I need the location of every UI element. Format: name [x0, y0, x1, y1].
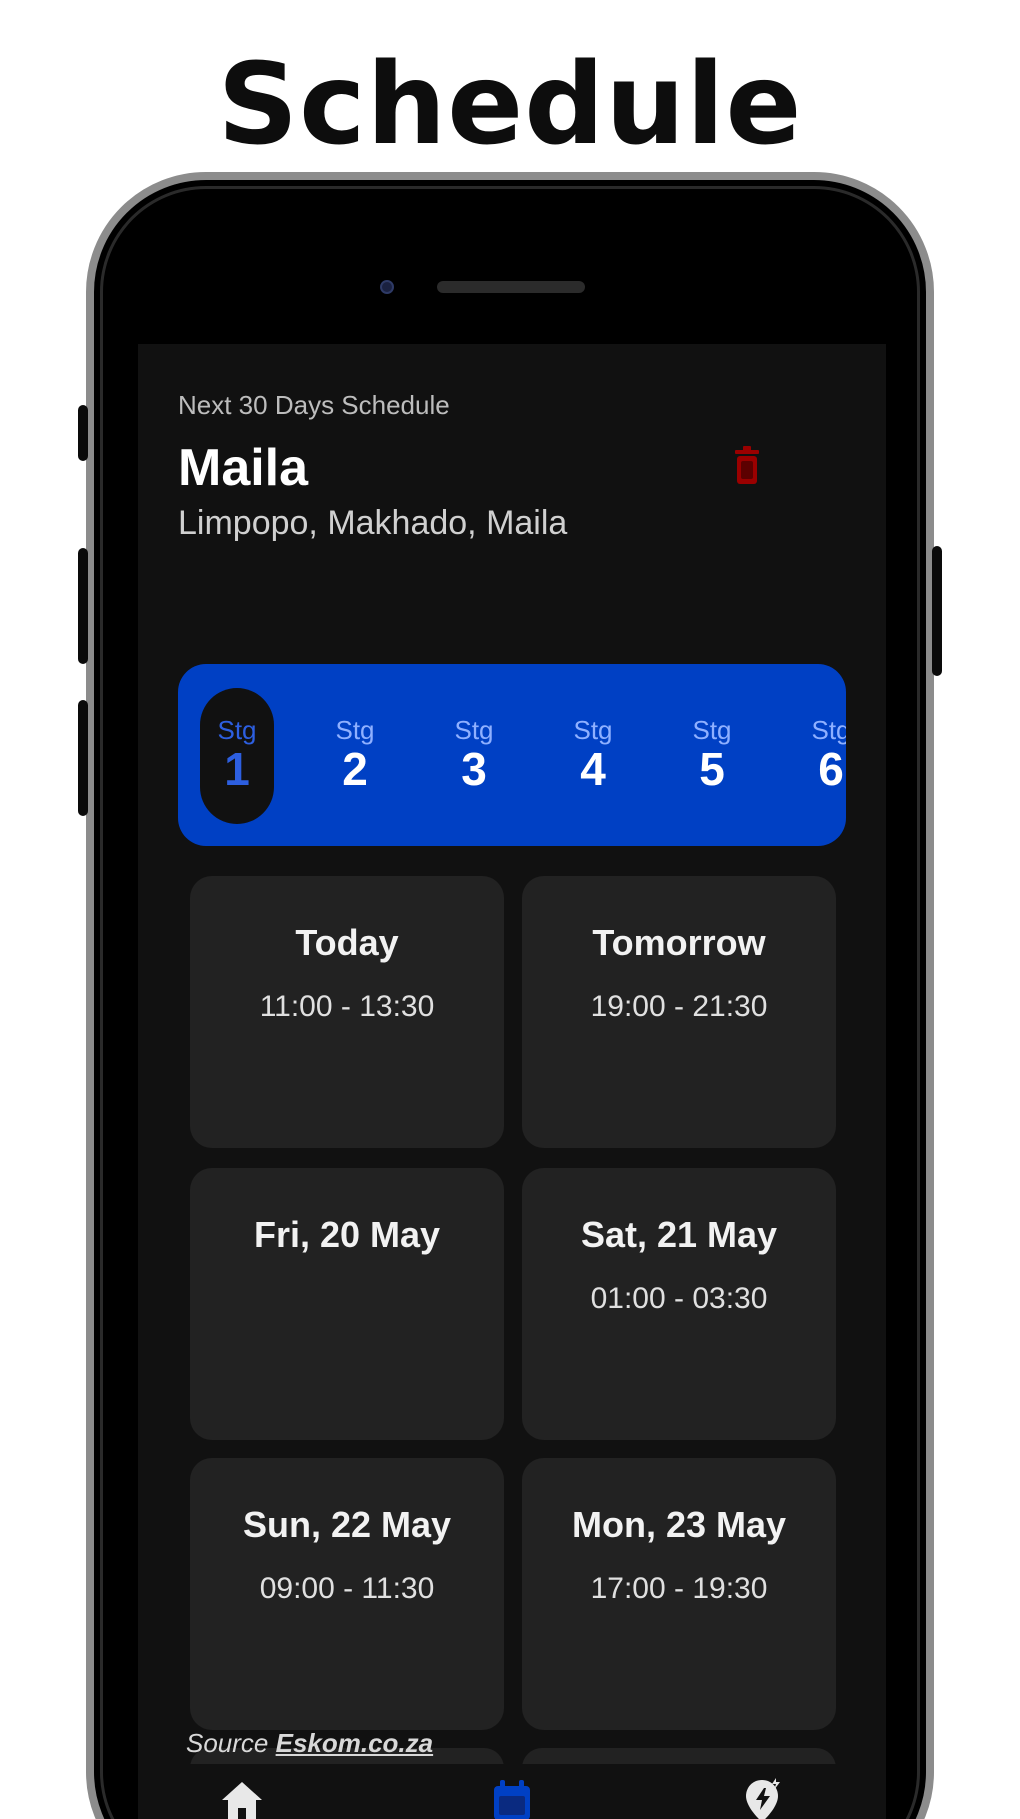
day-time: 11:00 - 13:30	[259, 990, 435, 1023]
schedule-subtitle: Next 30 Days Schedule	[178, 390, 450, 420]
bottom-nav	[138, 1764, 886, 1819]
day-time: 19:00 - 21:30	[590, 990, 768, 1023]
area-name: Maila	[178, 439, 309, 497]
home-icon	[222, 1782, 262, 1819]
stage-number: 5	[699, 742, 725, 795]
promo-title: Schedule	[217, 40, 803, 170]
day-card-today[interactable]: Today 11:00 - 13:30	[190, 876, 504, 1148]
earpiece	[437, 281, 585, 293]
stage-number: 4	[580, 742, 606, 795]
stage-item-5[interactable]: Stg 5	[675, 688, 749, 824]
stage-label: Stg	[454, 714, 494, 745]
power-pin-icon	[746, 1778, 780, 1819]
stage-label: Stg	[811, 714, 846, 745]
power-button	[932, 546, 942, 676]
day-title: Fri, 20 May	[253, 1214, 441, 1255]
source-prefix: Source	[186, 1728, 276, 1758]
front-camera	[380, 280, 394, 294]
source-link[interactable]: Eskom.co.za	[276, 1728, 434, 1758]
day-card-tomorrow[interactable]: Tomorrow 19:00 - 21:30	[522, 876, 836, 1148]
stage-number: 6	[818, 742, 844, 795]
day-card-sat-21-may[interactable]: Sat, 21 May 01:00 - 03:30	[522, 1168, 836, 1440]
silent-switch	[78, 405, 88, 461]
stage-number: 3	[461, 742, 487, 795]
nav-home-button[interactable]	[218, 1776, 266, 1819]
volume-down-button	[78, 700, 88, 816]
stage-selector[interactable]: Stg 1 Stg 2 Stg 3 Stg 4 Stg 5 Stg 6	[178, 664, 846, 846]
delete-area-button[interactable]	[730, 444, 764, 488]
day-title: Mon, 23 May	[571, 1504, 787, 1545]
stage-item-3[interactable]: Stg 3	[437, 688, 511, 824]
nav-areas-button[interactable]	[740, 1776, 788, 1819]
day-title: Today	[295, 922, 399, 963]
stage-item-2[interactable]: Stg 2	[318, 688, 392, 824]
nav-schedule-button[interactable]	[488, 1776, 536, 1819]
day-card-mon-23-may[interactable]: Mon, 23 May 17:00 - 19:30	[522, 1458, 836, 1730]
day-title: Tomorrow	[592, 922, 766, 963]
stage-item-6[interactable]: Stg 6	[794, 688, 846, 824]
area-path: Limpopo, Makhado, Maila	[178, 504, 568, 542]
day-time: 17:00 - 19:30	[590, 1572, 768, 1605]
calendar-icon	[494, 1780, 530, 1819]
app-screen: Next 30 Days Schedule Maila Limpopo, Mak…	[138, 344, 886, 1819]
day-title: Sat, 21 May	[580, 1214, 778, 1255]
day-card-fri-20-may[interactable]: Fri, 20 May	[190, 1168, 504, 1440]
day-time: 09:00 - 11:30	[259, 1572, 435, 1605]
stage-label: Stg	[335, 714, 375, 745]
day-title: Sun, 22 May	[242, 1504, 452, 1545]
day-time: 01:00 - 03:30	[590, 1282, 768, 1315]
stage-label: Stg	[573, 714, 613, 745]
volume-up-button	[78, 548, 88, 664]
stage-number: 2	[342, 742, 368, 795]
trash-icon	[735, 446, 759, 484]
stage-number: 1	[224, 742, 250, 795]
day-card-sun-22-may[interactable]: Sun, 22 May 09:00 - 11:30	[190, 1458, 504, 1730]
stage-label: Stg	[217, 714, 257, 745]
source-attribution: Source Eskom.co.za	[186, 1728, 433, 1759]
stage-item-1[interactable]: Stg 1	[200, 688, 274, 824]
stage-label: Stg	[692, 714, 732, 745]
stage-item-4[interactable]: Stg 4	[556, 688, 630, 824]
